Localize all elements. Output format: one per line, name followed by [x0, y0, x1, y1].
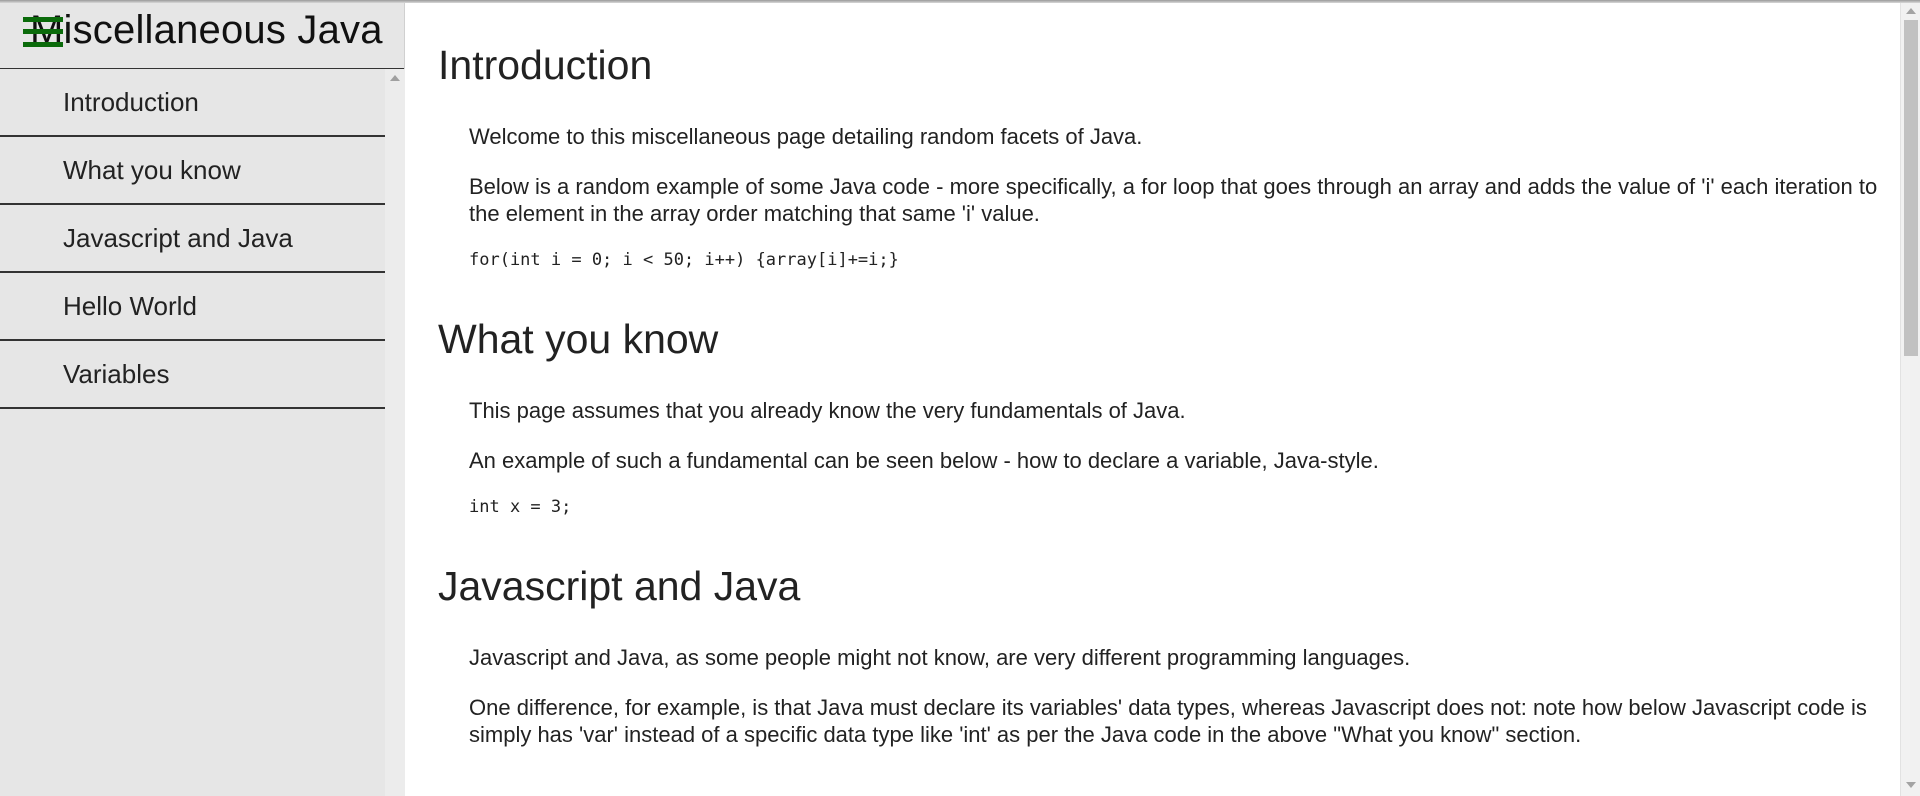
main-doc: Introduction Welcome to this miscellaneo… [438, 0, 1900, 796]
section-title: What you know [438, 316, 719, 362]
window-top-shadow [0, 0, 1920, 3]
hamburger-menu-icon[interactable] [23, 15, 63, 49]
scroll-up-arrow-icon[interactable] [390, 75, 400, 81]
nav-link-hello-world[interactable]: Hello World [0, 273, 385, 341]
scrollbar-thumb[interactable] [1904, 20, 1918, 356]
navbar: Miscellaneous Java Introduction What you… [0, 0, 405, 796]
hamburger-bar [23, 17, 63, 22]
nav-link-introduction[interactable]: Introduction [0, 69, 385, 137]
scroll-down-arrow-icon[interactable] [1906, 782, 1916, 788]
paragraph: Javascript and Java, as some people migh… [469, 645, 1411, 670]
section-javascript-and-java: Javascript and Java Javascript and Java,… [438, 543, 1900, 748]
paragraph: This page assumes that you already know … [469, 398, 1186, 423]
nav-link-list: Introduction What you know Javascript an… [0, 69, 385, 409]
scroll-up-arrow-icon[interactable] [1906, 8, 1916, 14]
paragraph: One difference, for example, is that Jav… [469, 695, 1867, 747]
hamburger-bar [23, 42, 63, 47]
code-snippet: int x = 3; [469, 497, 572, 517]
navbar-title: Miscellaneous Java [30, 8, 383, 52]
nav-link-javascript-and-java[interactable]: Javascript and Java [0, 205, 385, 273]
paragraph: Below is a random example of some Java c… [469, 174, 1878, 226]
section-introduction: Introduction Welcome to this miscellaneo… [438, 0, 1900, 270]
code-snippet: for(int i = 0; i < 50; i++) {array[i]+=i… [469, 250, 899, 270]
page-scrollbar[interactable] [1900, 0, 1920, 796]
nav-link-variables[interactable]: Variables [0, 341, 385, 409]
navbar-scrollbar[interactable] [385, 69, 405, 796]
hamburger-bar [23, 29, 63, 34]
nav-link-what-you-know[interactable]: What you know [0, 137, 385, 205]
paragraph: Welcome to this miscellaneous page detai… [469, 124, 1143, 149]
section-title: Introduction [438, 42, 653, 88]
section-title: Javascript and Java [438, 563, 801, 609]
navbar-header: Miscellaneous Java [0, 0, 404, 69]
paragraph: An example of such a fundamental can be … [469, 448, 1379, 473]
section-what-you-know: What you know This page assumes that you… [438, 296, 1900, 517]
